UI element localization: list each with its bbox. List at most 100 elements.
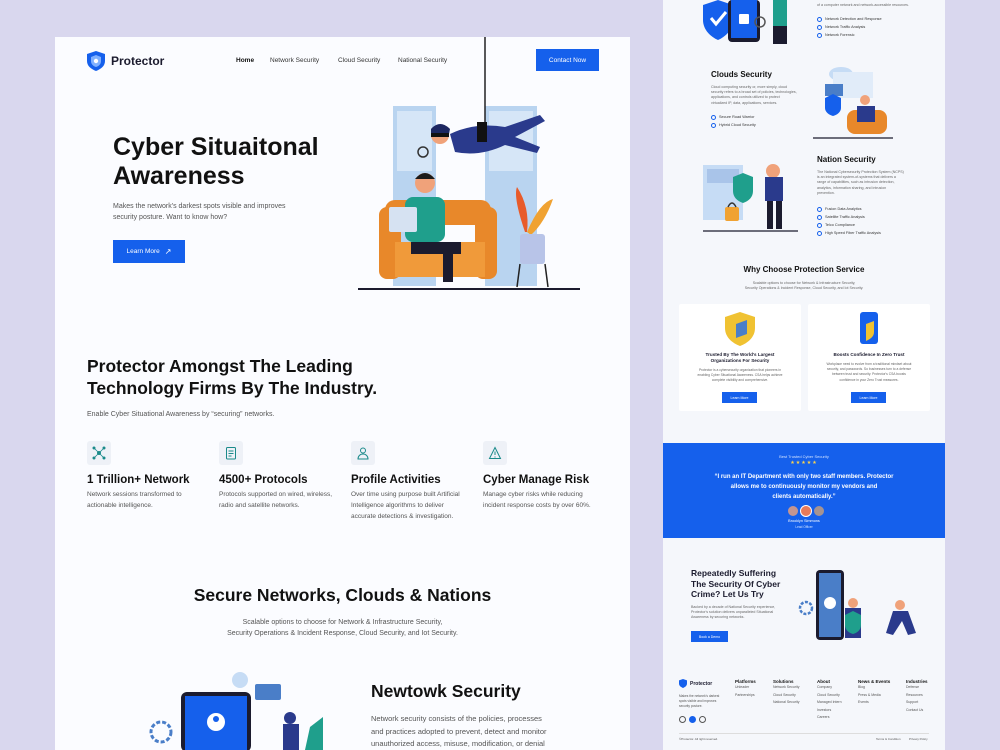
hero-title-line2: Awareness xyxy=(113,162,245,190)
terms-link[interactable]: Terms & Condition xyxy=(876,736,901,744)
list-item-label: Fusion Data Analytics xyxy=(825,207,862,211)
twitter-icon[interactable] xyxy=(689,716,696,723)
list-item: Satellite Traffic Analysis xyxy=(817,213,881,221)
cta-p3: Awareness by securing networks. xyxy=(691,615,745,620)
privacy-link[interactable]: Privacy Policy xyxy=(909,736,928,744)
newtowk-line1: Network security consists of the policie… xyxy=(371,714,542,723)
linkedin-icon[interactable] xyxy=(699,716,706,723)
footer-link[interactable]: Company xyxy=(817,684,842,692)
shield-logo-icon xyxy=(87,51,105,71)
footer-link[interactable]: Investors xyxy=(817,707,842,715)
card-p3: complete visibility and comprehensive. xyxy=(711,378,769,383)
footer-link[interactable]: Resources xyxy=(906,692,928,700)
list-item-label: Network Traffic Analysis xyxy=(825,25,866,29)
footer-link[interactable]: Careers xyxy=(817,714,842,722)
learn-more-label: Learn More xyxy=(126,248,160,255)
nation-p1: The National Cybersecurity Protection Sy… xyxy=(817,170,904,174)
footer-link[interactable]: Support xyxy=(906,699,928,707)
secondary-page-preview: of a computer network and network-access… xyxy=(663,0,945,750)
why-line2: Security Operations & Incident Response,… xyxy=(744,286,864,291)
clouds-security-title: Clouds Security xyxy=(711,70,772,79)
list-item: Hybrid Cloud Security xyxy=(711,121,756,129)
list-item-label: Telco Compliance xyxy=(825,223,855,227)
list-item: Secure Road Warrior xyxy=(711,113,756,121)
clouds-p3: applications, and controls utilized to p… xyxy=(711,95,780,100)
card-p4: confidence in your Zero Trust measures. xyxy=(839,377,899,382)
footer-link[interactable]: Defense xyxy=(906,684,928,692)
cta-p2: Protector's solution delivers unparallel… xyxy=(691,610,774,615)
testimonial-author: Brooklyn Simmons xyxy=(788,519,820,523)
nav-network-security[interactable]: Network Security xyxy=(270,57,319,64)
learn-more-button[interactable]: Learn More ↗ xyxy=(113,240,185,263)
network-top-illustration xyxy=(703,0,787,44)
quote-line2: allows me to continuously monitor my ven… xyxy=(730,484,878,490)
footer-link[interactable]: National Security xyxy=(773,699,799,707)
check-icon xyxy=(817,32,822,38)
check-icon xyxy=(711,114,716,120)
stat-desc: Manage cyber risks while reducing incide… xyxy=(483,489,613,511)
avatar[interactable] xyxy=(814,506,824,516)
warning-shield-icon xyxy=(483,441,507,465)
nation-security-illustration xyxy=(703,164,798,232)
nation-description: The National Cybersecurity Protection Sy… xyxy=(817,170,932,196)
cta-title-line2: The Security Of Cyber xyxy=(691,578,781,589)
book-demo-button[interactable]: Book a Demo xyxy=(691,631,728,642)
check-icon xyxy=(817,222,822,228)
footer-link[interactable]: Network Security xyxy=(773,684,799,692)
card-p1: Workplace need to evolve from a traditio… xyxy=(826,362,912,366)
newtowk-line3: unauthorized access, misuse, modificatio… xyxy=(371,739,545,748)
nation-p2: is an integrated system-of-systems that … xyxy=(817,175,896,180)
footer-link[interactable]: Press & Media xyxy=(858,692,890,700)
cloud-security-illustration xyxy=(813,67,893,139)
card-title: Boosts Confidence In Zero Trust xyxy=(833,352,905,357)
stat-desc: Protocols supported on wired, wireless, … xyxy=(219,489,344,511)
footer-link[interactable]: Cloud Security xyxy=(817,692,842,700)
shield-lock-icon xyxy=(725,312,755,346)
footer-link[interactable]: Managed Intern xyxy=(817,699,842,707)
network-nodes-icon xyxy=(87,441,111,465)
stat-desc-line2: radio and satellite networks. xyxy=(219,502,300,509)
site-logo[interactable]: Protector xyxy=(87,51,164,71)
stat-desc-line2: incident response costs by over 60%. xyxy=(483,502,591,509)
footer-link[interactable]: Cloud Security xyxy=(773,692,799,700)
footer-link[interactable]: Partnerships xyxy=(735,692,756,700)
check-icon xyxy=(711,122,716,128)
arrow-up-right-icon: ↗ xyxy=(164,247,172,256)
footer-col-about: About Company Cloud Security Managed Int… xyxy=(817,679,842,722)
network-feature-list: Network Detection and Response Network T… xyxy=(817,15,882,39)
footer-about: Makes the network's darkest spots visibl… xyxy=(679,694,719,709)
leading-section-title: Protector Amongst The Leading Technology… xyxy=(87,355,377,399)
card-learn-more-button[interactable]: Learn More xyxy=(851,392,886,403)
footer-col-news: News & Events Blog Press & Media Events xyxy=(858,679,890,707)
footer-link[interactable]: Blog xyxy=(858,684,890,692)
testimonial-role: Lead Officer xyxy=(795,525,813,529)
card-title-line2: Organizations For Security xyxy=(710,358,770,363)
stat-profile: Profile Activities Over time using purpo… xyxy=(351,441,476,522)
avatar[interactable] xyxy=(800,505,812,517)
list-item: Network Detection and Response xyxy=(817,15,882,23)
site-footer: Protector Makes the network's darkest sp… xyxy=(663,665,945,750)
list-item-label: High Speed Fiber Traffic Analysis xyxy=(825,231,881,235)
nav-home[interactable]: Home xyxy=(236,57,254,64)
list-item: High Speed Fiber Traffic Analysis xyxy=(817,229,881,237)
why-choose-subtitle: Scalable options to choose for Network &… xyxy=(663,281,945,291)
list-item: Network Traffic Analysis xyxy=(817,23,882,31)
stat-desc: Network sessions transformed to actionab… xyxy=(87,489,212,511)
clouds-p2: security refers to a broad set of polici… xyxy=(711,90,797,95)
footer-link[interactable]: Unleader xyxy=(735,684,756,692)
stat-desc-line2: Intelligence algorithms to deliver xyxy=(351,502,444,509)
hero-title-line1: Cyber Situaitonal xyxy=(113,133,319,161)
hero-title: Cyber Situaitonal Awareness xyxy=(113,133,319,191)
cta-description: Backed by a decade of National Security … xyxy=(691,605,791,621)
phone-shield-icon xyxy=(860,312,878,344)
card-learn-more-button[interactable]: Learn More xyxy=(722,392,757,403)
footer-link[interactable]: Contact Us xyxy=(906,707,928,715)
check-icon xyxy=(817,24,822,30)
facebook-icon[interactable] xyxy=(679,716,686,723)
footer-logo[interactable]: Protector xyxy=(679,679,712,688)
nation-p3: range of capabilities, such as intrusion… xyxy=(817,180,895,185)
avatar[interactable] xyxy=(788,506,798,516)
list-item-label: Hybrid Cloud Security xyxy=(719,123,756,127)
list-item-label: Satellite Traffic Analysis xyxy=(825,215,865,219)
footer-link[interactable]: Events xyxy=(858,699,890,707)
